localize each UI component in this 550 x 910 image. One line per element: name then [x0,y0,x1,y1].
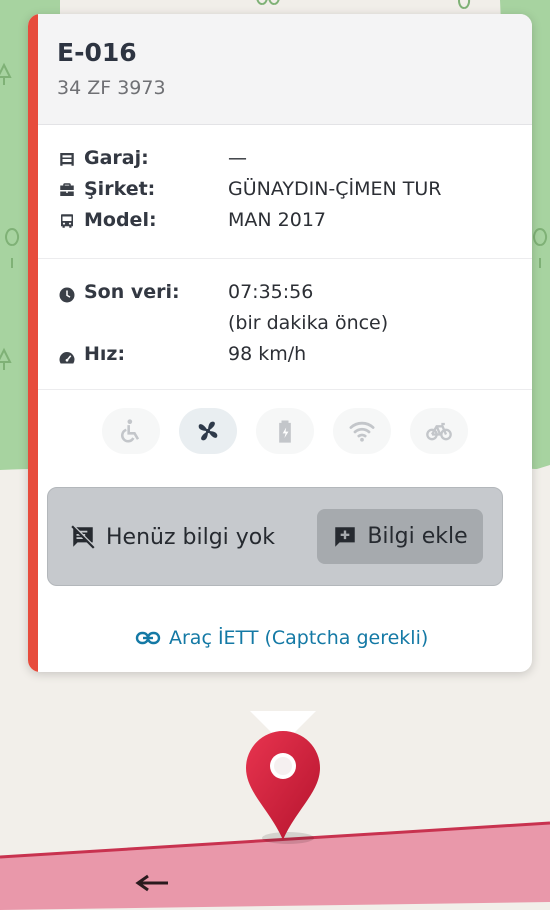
popup-header: E-016 34 ZF 3973 [38,14,532,125]
wheelchair-icon [121,419,140,443]
feature-wheelchair[interactable] [102,408,160,454]
speed-label: Hız: [84,343,126,365]
no-info-text: Henüz bilgi yok [106,524,275,550]
clock-icon [59,287,75,303]
last-data-label: Son veri: [84,281,180,303]
feature-bicycle[interactable] [410,408,468,454]
model-value: MAN 2017 [228,209,326,231]
last-data-relative: (bir dakika önce) [228,312,389,334]
feature-charging[interactable] [256,408,314,454]
link-icon [135,631,161,645]
company-label: Şirket: [84,178,156,200]
feature-fan[interactable] [179,408,237,454]
company-value: GÜNAYDIN-ÇİMEN TUR [228,178,442,200]
fan-icon [198,421,218,441]
garage-value: — [228,147,247,169]
speedometer-icon [59,352,75,364]
vehicle-status: Son veri: 07:35:56 (bir dakika önce) Hız… [38,259,532,390]
comment-plus-icon [335,526,356,547]
company-row: Şirket: GÜNAYDIN-ÇİMEN TUR [58,178,532,204]
wifi-icon [349,421,375,442]
last-data-row: Son veri: 07:35:56 (bir dakika önce) [58,281,532,334]
popup-accent-bar [28,14,38,672]
model-label: Model: [84,209,157,231]
no-info-message: Henüz bilgi yok [70,522,275,552]
info-box: Henüz bilgi yok Bilgi ekle [47,487,503,586]
battery-charging-icon [279,420,291,443]
speed-value: 98 km/h [228,343,307,365]
garage-icon [60,153,74,166]
vehicle-code: E-016 [57,38,137,67]
add-info-button[interactable]: Bilgi ekle [317,509,483,564]
speed-row: Hız: 98 km/h [58,343,532,369]
last-data-time: 07:35:56 [228,281,314,303]
feature-icons [38,390,532,478]
garage-row: Garaj: — [58,147,532,173]
feature-wifi[interactable] [333,408,391,454]
iett-link[interactable]: Araç İETT (Captcha gerekli) [135,625,428,651]
model-row: Model: MAN 2017 [58,209,532,235]
vehicle-details: Garaj: — Şirket: GÜNAYDIN-ÇİMEN TUR Mode… [38,125,532,259]
vehicle-plate: 34 ZF 3973 [57,77,166,99]
vehicle-popup: E-016 34 ZF 3973 Garaj: — Şirket: GÜNAYD… [28,14,532,672]
add-info-label: Bilgi ekle [367,524,468,549]
comment-off-icon [71,524,96,549]
iett-link-label: Araç İETT (Captcha gerekli) [169,627,429,649]
bus-icon [61,214,73,228]
vehicle-marker-icon[interactable] [240,730,326,848]
bicycle-icon [426,422,452,441]
garage-label: Garaj: [84,147,149,169]
briefcase-icon [60,183,74,196]
